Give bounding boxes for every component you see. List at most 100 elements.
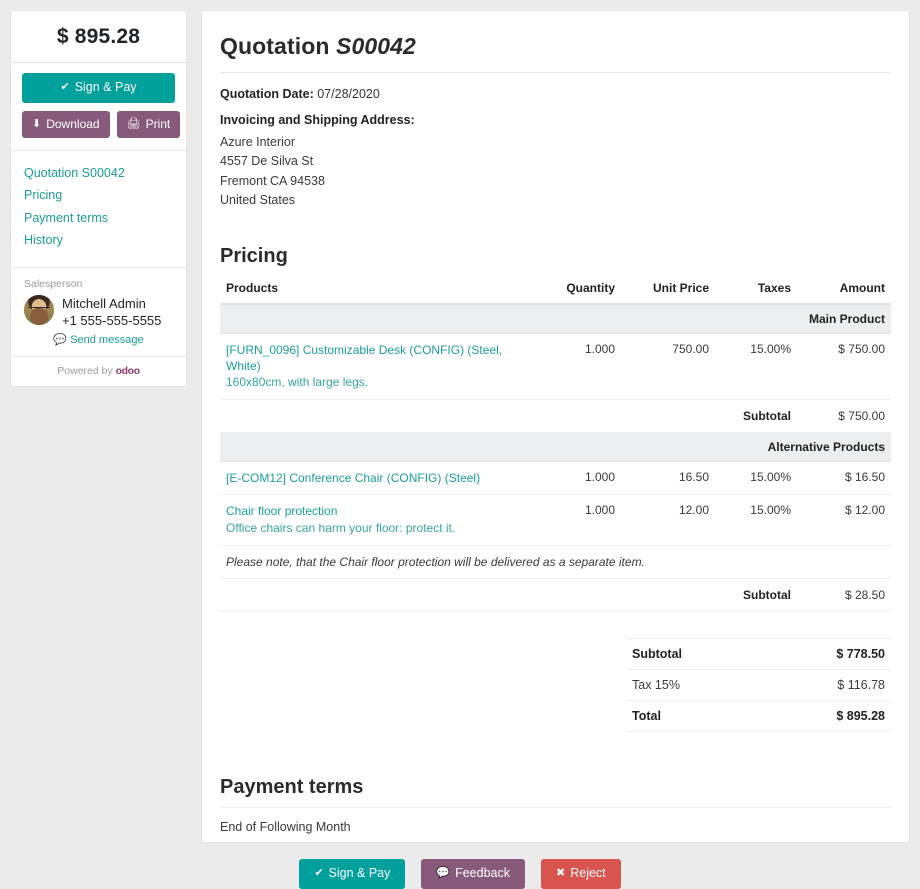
address-line-2: 4557 De Silva St [220, 154, 314, 169]
amount-cell: $ 12.00 [797, 494, 891, 547]
pricing-table: Products Quantity Unit Price Taxes Amoun… [220, 273, 891, 613]
sidebar-item-pricing[interactable]: Pricing [24, 185, 173, 208]
check-icon: ✔ [60, 81, 70, 94]
totals-value-total: $ 895.28 [759, 700, 891, 733]
product-description: Office chairs can harm your floor: prote… [226, 520, 456, 535]
quotation-date-label: Quotation Date: [220, 87, 314, 101]
payment-terms-divider [220, 807, 891, 809]
print-label: Print [145, 116, 171, 131]
sidebar: $ 895.28 ✔ Sign & Pay ⬇ Download 🖨 Print [10, 10, 187, 388]
address-line-1: Azure Interior [220, 135, 296, 149]
download-label: Download [46, 116, 100, 131]
group-subtotal-label: Subtotal [715, 399, 797, 434]
sidebar-sign-and-pay-label: Sign & Pay [74, 80, 137, 94]
product-link[interactable]: [FURN_0096] Customizable Desk (CONFIG) (… [226, 342, 521, 374]
salesperson-details: Mitchell Admin +1 555-555-5555 [62, 295, 161, 330]
page-title-reference: S00042 [336, 33, 416, 59]
sidebar-secondary-buttons: ⬇ Download 🖨 Print [22, 110, 181, 138]
printer-icon: 🖨 [126, 117, 141, 130]
col-header-quantity: Quantity [527, 273, 621, 305]
group-header-row: Alternative Products [220, 432, 891, 463]
totals-value-subtotal: $ 778.50 [759, 638, 891, 671]
powered-by: Powered by odoo [11, 357, 186, 386]
download-button[interactable]: ⬇ Download [22, 110, 110, 138]
totals-wrap: Subtotal $ 778.50 Tax 15% $ 116.78 Total… [220, 638, 891, 733]
address-line-3: Fremont CA 94538 [220, 173, 325, 188]
feedback-label: Feedback [455, 866, 510, 881]
sidebar-nav: Quotation S00042 Pricing Payment terms H… [11, 151, 186, 268]
totals-row-subtotal: Subtotal $ 778.50 [626, 638, 891, 671]
group-subtotal-value: $ 750.00 [797, 399, 891, 434]
feedback-button[interactable]: 💬 Feedback [421, 859, 525, 889]
taxes-cell: 15.00% [715, 333, 797, 401]
table-row: [E-COM12] Conference Chair (CONFIG) (Ste… [220, 461, 891, 496]
table-row: [FURN_0096] Customizable Desk (CONFIG) (… [220, 333, 891, 401]
powered-by-prefix: Powered by [57, 365, 113, 378]
odoo-logo: odoo [115, 365, 140, 378]
totals-label-subtotal: Subtotal [626, 638, 760, 671]
title-divider [220, 72, 891, 73]
salesperson-name: Mitchell Admin [62, 295, 146, 311]
sidebar-item-history[interactable]: History [24, 230, 173, 253]
product-description: 160x80cm, with large legs. [226, 374, 369, 389]
quantity-cell: 1.000 [527, 461, 621, 496]
unit-price-cell: 750.00 [621, 333, 715, 401]
sidebar-item-quotation[interactable]: Quotation S00042 [24, 163, 173, 186]
col-header-taxes: Taxes [715, 273, 797, 305]
group-subtotal-row: Subtotal $ 750.00 [220, 399, 891, 434]
footer-sign-and-pay-label: Sign & Pay [328, 866, 391, 881]
pricing-table-head: Products Quantity Unit Price Taxes Amoun… [220, 273, 891, 305]
page-layout: $ 895.28 ✔ Sign & Pay ⬇ Download 🖨 Print [10, 10, 910, 844]
reject-button[interactable]: ✖ Reject [541, 859, 621, 889]
subtotal-spacer [220, 399, 715, 434]
sidebar-sign-and-pay-button[interactable]: ✔ Sign & Pay [22, 73, 175, 103]
send-message-label: Send message [70, 334, 144, 347]
taxes-cell: 15.00% [715, 494, 797, 547]
unit-price-cell: 16.50 [621, 461, 715, 496]
address-line-4: United States [220, 193, 296, 208]
totals-label-total: Total [626, 700, 760, 733]
payment-terms-text: End of Following Month [220, 820, 351, 835]
reject-label: Reject [570, 866, 606, 881]
pricing-table-body: Main Product [FURN_0096] Customizable De… [220, 303, 891, 613]
x-icon: ✖ [556, 867, 566, 880]
product-link[interactable]: [E-COM12] Conference Chair (CONFIG) (Ste… [226, 470, 521, 486]
quotation-date-value: 07/28/2020 [317, 87, 380, 101]
print-button[interactable]: 🖨 Print [116, 110, 181, 138]
subtotal-spacer [220, 578, 715, 613]
quantity-cell: 1.000 [527, 333, 621, 401]
totals-label-tax: Tax 15% [626, 669, 760, 702]
product-cell: Chair floor protection Office chairs can… [220, 494, 527, 547]
send-message-link[interactable]: 💬 Send message [53, 334, 143, 346]
product-link[interactable]: Chair floor protection [226, 503, 521, 519]
salesperson-row: Mitchell Admin +1 555-555-5555 [24, 294, 173, 330]
totals-row-tax: Tax 15% $ 116.78 [626, 669, 891, 702]
check-icon: ✔ [314, 867, 324, 880]
comment-icon: 💬 [53, 334, 68, 347]
avatar-glasses [28, 306, 50, 313]
group-title-main-product: Main Product [220, 303, 891, 334]
product-cell: [E-COM12] Conference Chair (CONFIG) (Ste… [220, 461, 527, 496]
quotation-portal-page: $ 895.28 ✔ Sign & Pay ⬇ Download 🖨 Print [0, 0, 920, 889]
avatar [24, 294, 54, 325]
total-amount-box: $ 895.28 [11, 11, 186, 63]
totals-value-tax: $ 116.78 [759, 669, 891, 702]
download-icon: ⬇ [32, 117, 42, 130]
totals-body: Subtotal $ 778.50 Tax 15% $ 116.78 Total… [626, 638, 891, 733]
sidebar-action-buttons: ✔ Sign & Pay ⬇ Download 🖨 Print [11, 63, 186, 151]
amount-cell: $ 16.50 [797, 461, 891, 496]
main-content: Quotation S00042 Quotation Date: 07/28/2… [201, 10, 910, 844]
taxes-cell: 15.00% [715, 461, 797, 496]
sidebar-item-payment-terms[interactable]: Payment terms [24, 208, 173, 231]
salesperson-phone: +1 555-555-5555 [62, 313, 162, 329]
footer-sign-and-pay-button[interactable]: ✔ Sign & Pay [299, 859, 406, 889]
pricing-heading: Pricing [220, 244, 288, 267]
group-subtotal-label: Subtotal [715, 578, 797, 613]
page-title: Quotation S00042 [220, 33, 891, 60]
group-subtotal-value: $ 28.50 [797, 578, 891, 613]
table-row: Chair floor protection Office chairs can… [220, 494, 891, 547]
payment-terms-heading: Payment terms [220, 776, 364, 799]
send-message-wrap: 💬 Send message [24, 334, 173, 346]
pricing-table-header-row: Products Quantity Unit Price Taxes Amoun… [220, 273, 891, 305]
col-header-amount: Amount [797, 273, 891, 305]
